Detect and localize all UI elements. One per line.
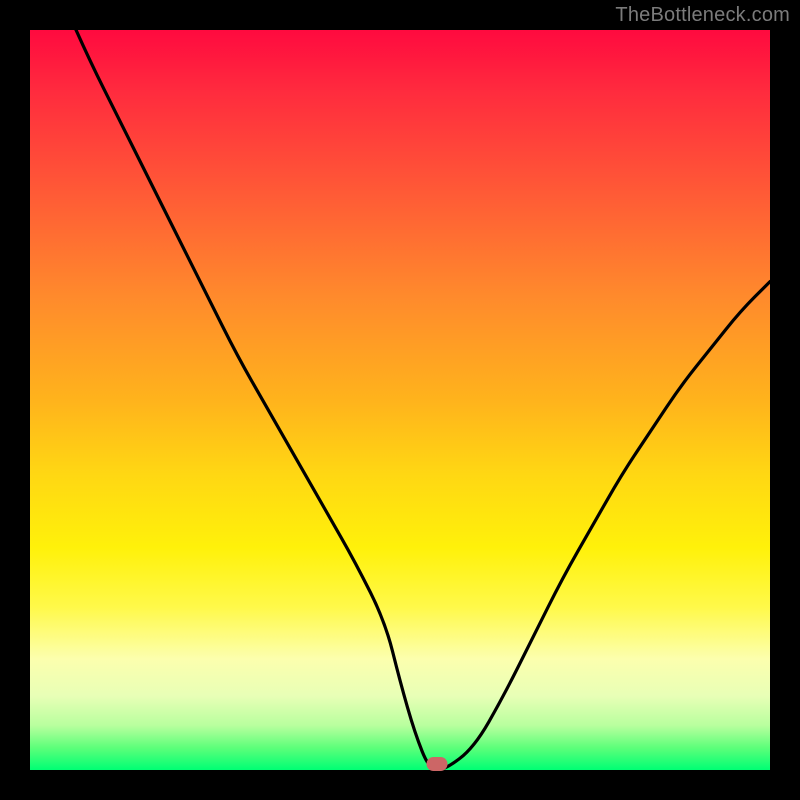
optimal-point-marker <box>427 757 448 771</box>
watermark-text: TheBottleneck.com <box>615 4 790 27</box>
chart-frame: TheBottleneck.com <box>0 0 800 800</box>
plot-area <box>30 30 770 770</box>
bottleneck-curve <box>30 30 770 770</box>
